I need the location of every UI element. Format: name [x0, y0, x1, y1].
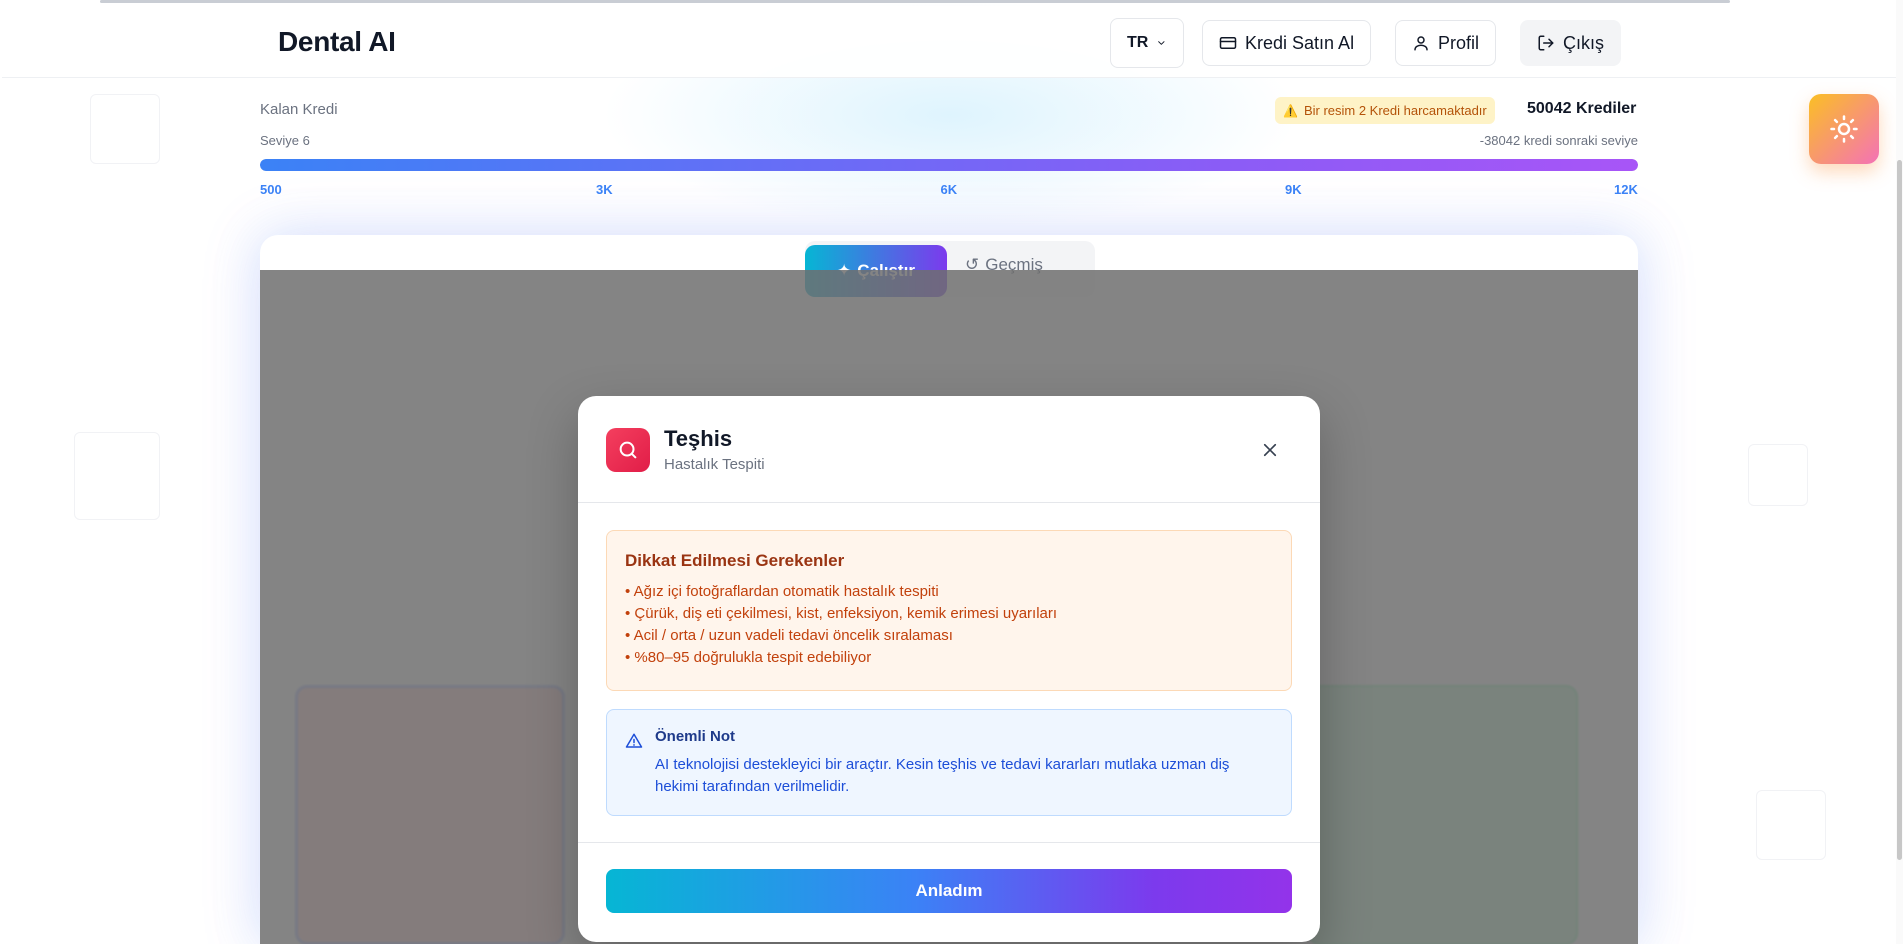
- next-level-text: -38042 kredi sonraki seviye: [1479, 133, 1638, 148]
- credit-cost-text: Bir resim 2 Kredi harcamaktadır: [1303, 103, 1487, 118]
- important-note-text: AI teknolojisi destekleyici bir araçtır.…: [655, 756, 1230, 795]
- attention-item: • %80–95 doğrulukla tespit edebiliyor: [625, 649, 872, 666]
- language-value: TR: [1127, 34, 1149, 51]
- warning-icon: ⚠️: [1283, 103, 1298, 118]
- decor-box: [1756, 790, 1826, 860]
- search-icon: [606, 428, 650, 472]
- attention-item: • Acil / orta / uzun vadeli tedavi öncel…: [625, 627, 953, 644]
- alert-triangle-icon: [625, 733, 643, 748]
- decor-box: [74, 432, 160, 520]
- logout-icon: [1538, 35, 1554, 51]
- level-label: Seviye 6: [260, 133, 310, 148]
- attention-item: • Çürük, diş eti çekilmesi, kist, enfeks…: [625, 605, 1058, 622]
- attention-item: • Ağız içi fotoğraflardan otomatik hasta…: [625, 583, 939, 600]
- theme-toggle-button[interactable]: [1809, 94, 1879, 164]
- profile-label: Profil: [1438, 32, 1480, 53]
- credit-cost-badge: ⚠️ Bir resim 2 Kredi harcamaktadır: [1275, 97, 1495, 124]
- user-icon: [1414, 36, 1428, 51]
- diagnosis-info-modal: Teşhis Hastalık Tespiti Dikkat Edilmesi …: [578, 396, 1320, 942]
- language-select[interactable]: TR: [1110, 18, 1184, 68]
- modal-footer: Anladım: [578, 842, 1320, 942]
- credit-progress-fill: [260, 159, 1638, 171]
- logout-button[interactable]: Çıkış: [1520, 20, 1622, 66]
- understood-button[interactable]: Anladım: [606, 869, 1292, 913]
- logout-label: Çıkış: [1563, 32, 1605, 53]
- sun-icon: [1830, 115, 1858, 143]
- decor-box: [90, 94, 160, 164]
- modal-title: Teşhis: [664, 426, 733, 451]
- remaining-credit-label: Kalan Kredi: [260, 101, 338, 118]
- credit-card-icon: [1219, 37, 1237, 49]
- close-icon[interactable]: [1258, 438, 1282, 462]
- buy-credits-button[interactable]: Kredi Satın Al: [1202, 20, 1372, 66]
- attention-title: Dikkat Edilmesi Gerekenler: [625, 551, 845, 570]
- chevron-down-icon: [1158, 41, 1165, 45]
- app-header: Dental AI TR Kredi Satın Al Profil Çıkış: [2, 6, 1901, 78]
- scrollbar-thumb[interactable]: [1897, 160, 1902, 860]
- progress-tick-label: 6K: [940, 182, 958, 197]
- attention-box: Dikkat Edilmesi Gerekenler • Ağız içi fo…: [606, 530, 1292, 691]
- decor-box: [1748, 444, 1808, 506]
- modal-subtitle: Hastalık Tespiti: [664, 456, 765, 473]
- brand-title: Dental AI: [278, 26, 396, 57]
- important-note-box: Önemli Not AI teknolojisi destekleyici b…: [606, 709, 1292, 816]
- modal-header: Teşhis Hastalık Tespiti: [578, 396, 1320, 503]
- credits-value: 50042 Krediler: [1527, 100, 1637, 117]
- credit-progress-bar: [260, 159, 1638, 171]
- progress-tick-label: 12K: [1614, 182, 1638, 197]
- scrollbar[interactable]: [1896, 0, 1903, 944]
- progress-tick-label: 3K: [596, 182, 613, 197]
- important-note-title: Önemli Not: [655, 728, 736, 745]
- buy-credits-label: Kredi Satın Al: [1245, 32, 1355, 53]
- profile-button[interactable]: Profil: [1395, 20, 1497, 66]
- progress-tick-label: 9K: [1285, 182, 1302, 197]
- progress-tick-label: 500: [260, 182, 282, 197]
